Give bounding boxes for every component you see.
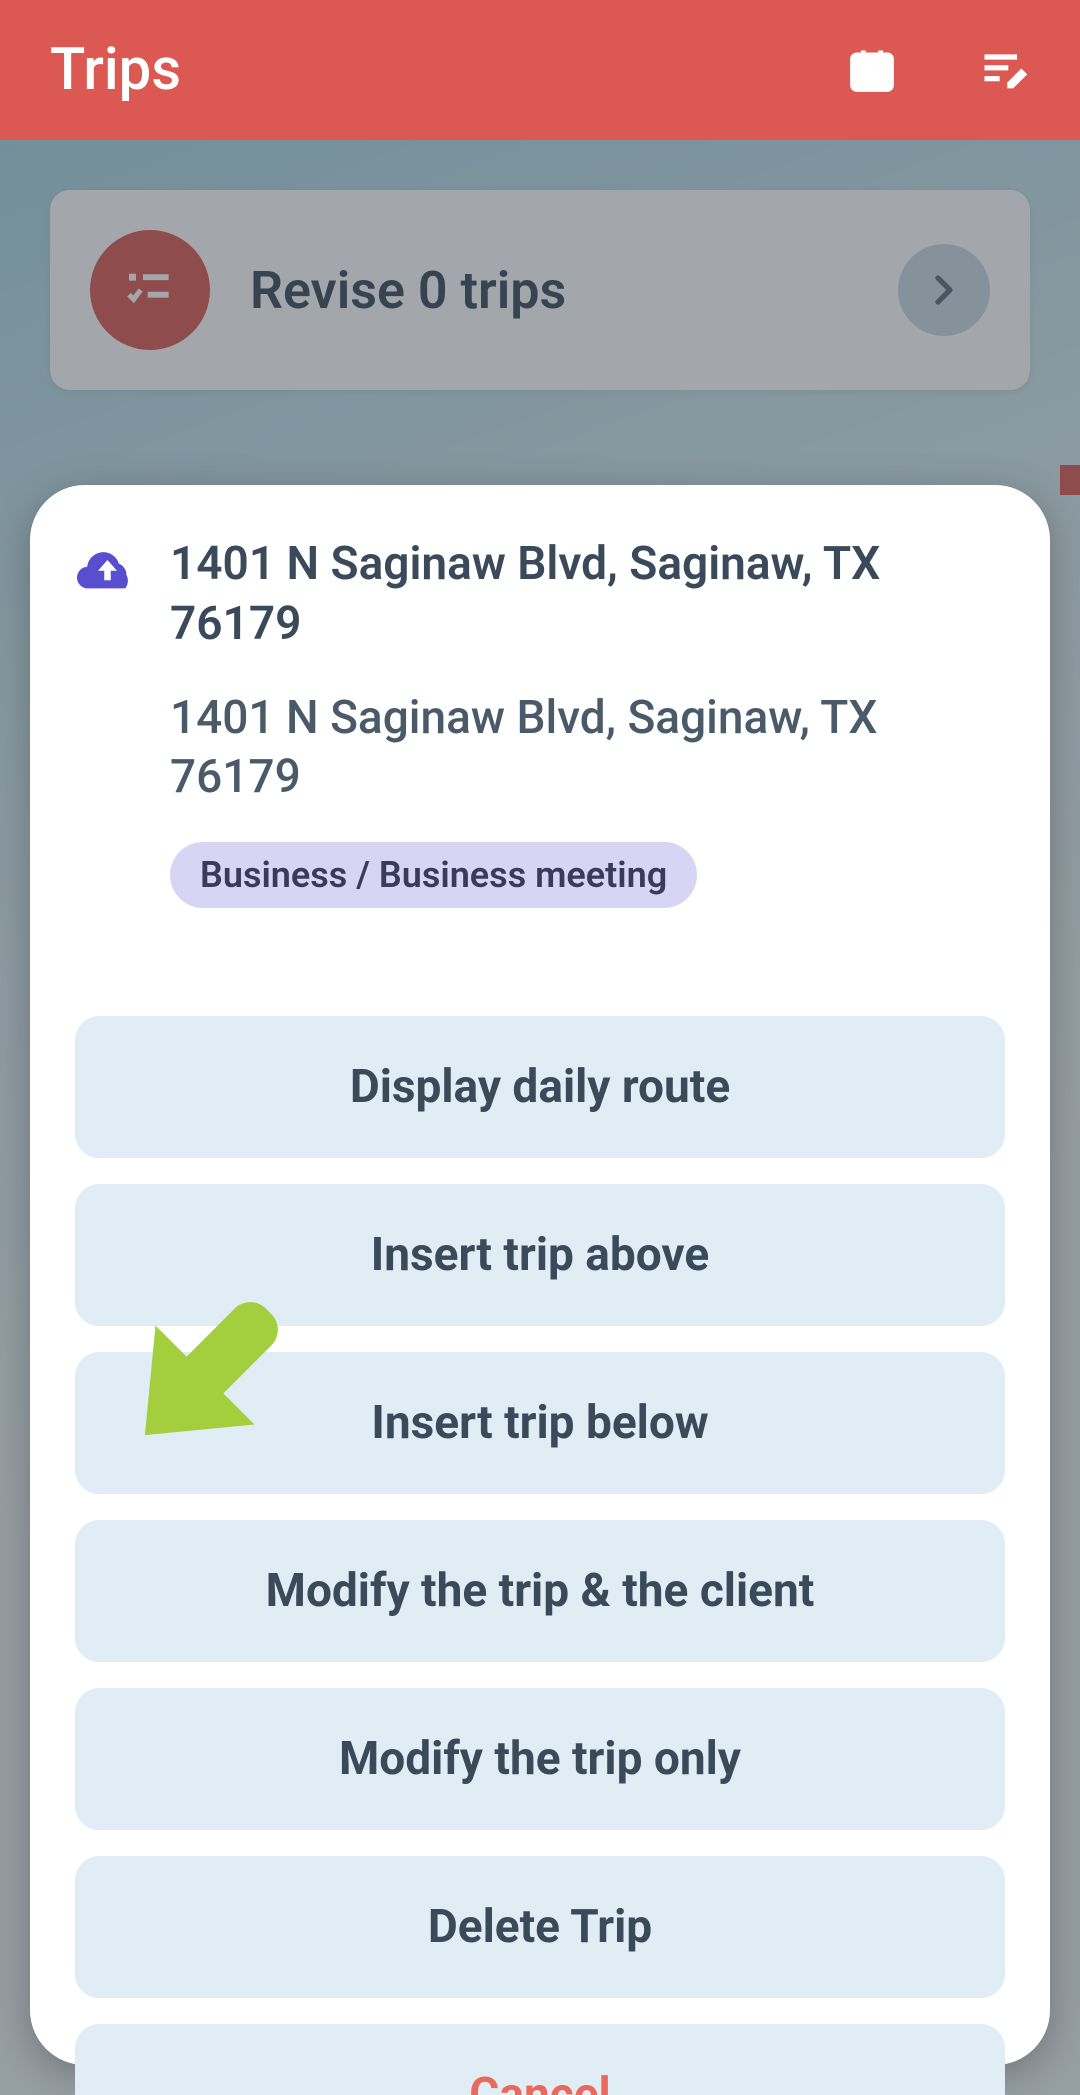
sheet-header: 1401 N Saginaw Blvd, Saginaw, TX 76179 1… [75,535,1005,908]
modify-trip-only-button[interactable]: Modify the trip only [75,1688,1005,1830]
header-action-group [846,44,1030,96]
header-title: Trips [50,36,846,104]
trip-destination-address: 1401 N Saginaw Blvd, Saginaw, TX 76179 [170,689,1005,809]
cancel-button[interactable]: Cancel [75,2024,1005,2095]
page-background: Revise 0 trips 1401 N Saginaw Blvd, Sagi… [0,140,1080,2095]
calendar-icon[interactable] [846,44,898,96]
trip-action-sheet: 1401 N Saginaw Blvd, Saginaw, TX 76179 1… [30,485,1050,2065]
insert-trip-above-button[interactable]: Insert trip above [75,1184,1005,1326]
app-header: Trips [0,0,1080,140]
display-daily-route-button[interactable]: Display daily route [75,1016,1005,1158]
insert-trip-below-button[interactable]: Insert trip below [75,1352,1005,1494]
trip-category-tag: Business / Business meeting [170,842,697,908]
sheet-addresses: 1401 N Saginaw Blvd, Saginaw, TX 76179 1… [170,535,1005,908]
edit-list-icon[interactable] [978,44,1030,96]
modify-trip-and-client-button[interactable]: Modify the trip & the client [75,1520,1005,1662]
delete-trip-button[interactable]: Delete Trip [75,1856,1005,1998]
cloud-upload-icon [75,541,140,596]
action-button-list: Display daily route Insert trip above In… [75,1016,1005,2095]
trip-origin-address: 1401 N Saginaw Blvd, Saginaw, TX 76179 [170,535,1005,655]
